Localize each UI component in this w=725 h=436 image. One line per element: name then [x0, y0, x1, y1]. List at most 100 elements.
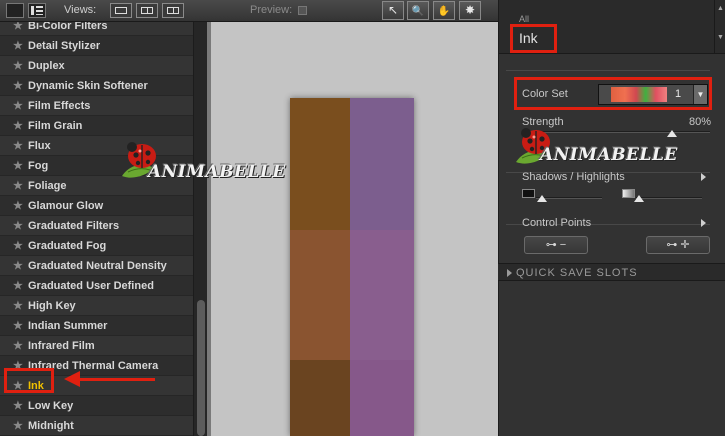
filter-item[interactable]: ★ Indian Summer [0, 316, 193, 336]
pointer-tool-button[interactable]: ↖ [382, 1, 404, 20]
filter-item-label: Duplex [28, 60, 65, 72]
star-icon[interactable]: ★ [13, 176, 23, 196]
scroll-down-icon[interactable]: ▼ [717, 34, 724, 41]
hand-icon: ✋ [437, 6, 451, 17]
light-tool-button[interactable]: ✸ [459, 1, 481, 20]
key-plus-icon: ⊶ ✛ [666, 239, 690, 251]
star-icon[interactable]: ★ [13, 36, 23, 56]
star-icon[interactable]: ★ [13, 136, 23, 156]
annotation-box-filter-name [510, 24, 557, 53]
filter-item[interactable]: ★ Graduated Filters [0, 216, 193, 236]
shadows-swatch [522, 189, 535, 198]
preview-edge-shadow [207, 22, 211, 436]
side-by-side-view-button[interactable] [162, 3, 184, 18]
filter-item[interactable]: ★ Graduated Neutral Density [0, 256, 193, 276]
preview-image [290, 98, 414, 436]
star-icon[interactable]: ★ [13, 336, 23, 356]
filter-item-label: Dynamic Skin Softener [28, 80, 148, 92]
shadows-slider-knob[interactable] [537, 195, 547, 202]
zoom-tool-button[interactable]: 🔍 [407, 1, 429, 20]
quick-save-slots-label: QUICK SAVE SLOTS [516, 267, 638, 279]
header-scroll-arrows[interactable]: ▲ ▼ [714, 0, 725, 54]
filter-item[interactable]: ★ Graduated Fog [0, 236, 193, 256]
quick-save-expand-icon[interactable] [507, 269, 512, 277]
filter-item-label: Flux [28, 140, 51, 152]
filter-item[interactable]: ★ Detail Stylizer [0, 36, 193, 56]
filter-list-scrollbar[interactable] [193, 22, 207, 436]
star-icon[interactable]: ★ [13, 396, 23, 416]
filter-item[interactable]: ★ Duplex [0, 56, 193, 76]
star-icon[interactable]: ★ [13, 196, 23, 216]
filter-item-label: Midnight [28, 420, 74, 432]
app-window: Views: Preview: ↖ 🔍 ✋ ✸ ★ Bi-Color Filter… [0, 0, 725, 436]
filter-item[interactable]: ★ Graduated User Defined [0, 276, 193, 296]
filter-item[interactable]: ★ Film Effects [0, 96, 193, 116]
star-icon[interactable]: ★ [13, 156, 23, 176]
highlights-slider-knob[interactable] [634, 195, 644, 202]
filter-item-label: Low Key [28, 400, 74, 412]
star-icon[interactable]: ★ [13, 22, 23, 36]
star-icon[interactable]: ★ [13, 216, 23, 236]
split-view-button[interactable] [136, 3, 158, 18]
add-control-point-button[interactable]: ⊶ ✛ [646, 236, 710, 254]
filter-item-label: Bi-Color Filters [28, 22, 108, 32]
annotation-arrow-head [64, 371, 80, 387]
star-icon[interactable]: ★ [13, 116, 23, 136]
watermark-text-right: ANIMABELLE [540, 145, 678, 165]
star-icon[interactable]: ★ [13, 416, 23, 436]
filter-item[interactable]: ★ Glamour Glow [0, 196, 193, 216]
lightbulb-icon: ✸ [464, 3, 476, 17]
star-icon[interactable]: ★ [13, 296, 23, 316]
browser-toggle-icon[interactable] [6, 3, 24, 18]
filter-item[interactable]: ★ Dynamic Skin Softener [0, 76, 193, 96]
single-view-button[interactable] [110, 3, 132, 18]
star-icon[interactable]: ★ [13, 236, 23, 256]
list-view-icon[interactable] [28, 3, 46, 18]
filter-item-label: Graduated User Defined [28, 280, 154, 292]
hand-tool-button[interactable]: ✋ [433, 1, 455, 20]
star-icon[interactable]: ★ [13, 256, 23, 276]
annotation-box-color-set [514, 77, 712, 110]
filter-item-label: Fog [28, 160, 49, 172]
filter-item-label: Graduated Filters [28, 220, 120, 232]
strength-value: 80% [689, 116, 712, 128]
preview-label: Preview: [250, 4, 293, 16]
toolbar: Views: Preview: ↖ 🔍 ✋ ✸ [0, 0, 498, 22]
star-icon[interactable]: ★ [13, 276, 23, 296]
views-label: Views: [64, 4, 97, 16]
star-icon[interactable]: ★ [13, 56, 23, 76]
swatch-brown-2 [290, 230, 350, 360]
star-icon[interactable]: ★ [13, 76, 23, 96]
scrollbar-thumb[interactable] [197, 300, 205, 436]
filter-item-label: Film Grain [28, 120, 83, 132]
filter-item[interactable]: ★ Low Key [0, 396, 193, 416]
shadows-expand-icon[interactable] [701, 173, 706, 181]
filter-item-label: Film Effects [28, 100, 91, 112]
pointer-icon: ↖ [387, 3, 399, 17]
key-minus-icon: ⊶ − [545, 239, 567, 251]
swatch-purple-3 [350, 360, 414, 436]
watermark-text-left: ANIMABELLE [148, 162, 286, 182]
scroll-up-icon[interactable]: ▲ [717, 5, 724, 12]
filter-item[interactable]: ★ High Key [0, 296, 193, 316]
control-points-expand-icon[interactable] [701, 219, 706, 227]
filter-item[interactable]: ★ Midnight [0, 416, 193, 436]
filter-item[interactable]: ★ Film Grain [0, 116, 193, 136]
filter-item-label: Foliage [28, 180, 67, 192]
panel-divider [506, 70, 710, 71]
swatch-brown-3 [290, 360, 350, 436]
filter-item[interactable]: ★ Infrared Film [0, 336, 193, 356]
quick-save-slots-bar[interactable]: QUICK SAVE SLOTS [498, 263, 725, 281]
filter-item[interactable]: ★ Bi-Color Filters [0, 22, 193, 36]
filter-item-label: Graduated Neutral Density [28, 260, 167, 272]
highlights-slider-track[interactable] [636, 197, 702, 199]
star-icon[interactable]: ★ [13, 316, 23, 336]
remove-control-point-button[interactable]: ⊶ − [524, 236, 588, 254]
star-icon[interactable]: ★ [13, 96, 23, 116]
magnifier-icon: 🔍 [411, 6, 425, 17]
filter-item-label: Glamour Glow [28, 200, 104, 212]
preview-checkbox[interactable] [298, 6, 307, 15]
category-label: All [519, 14, 530, 24]
strength-slider-knob[interactable] [667, 130, 678, 137]
filter-item-label: Indian Summer [28, 320, 108, 332]
